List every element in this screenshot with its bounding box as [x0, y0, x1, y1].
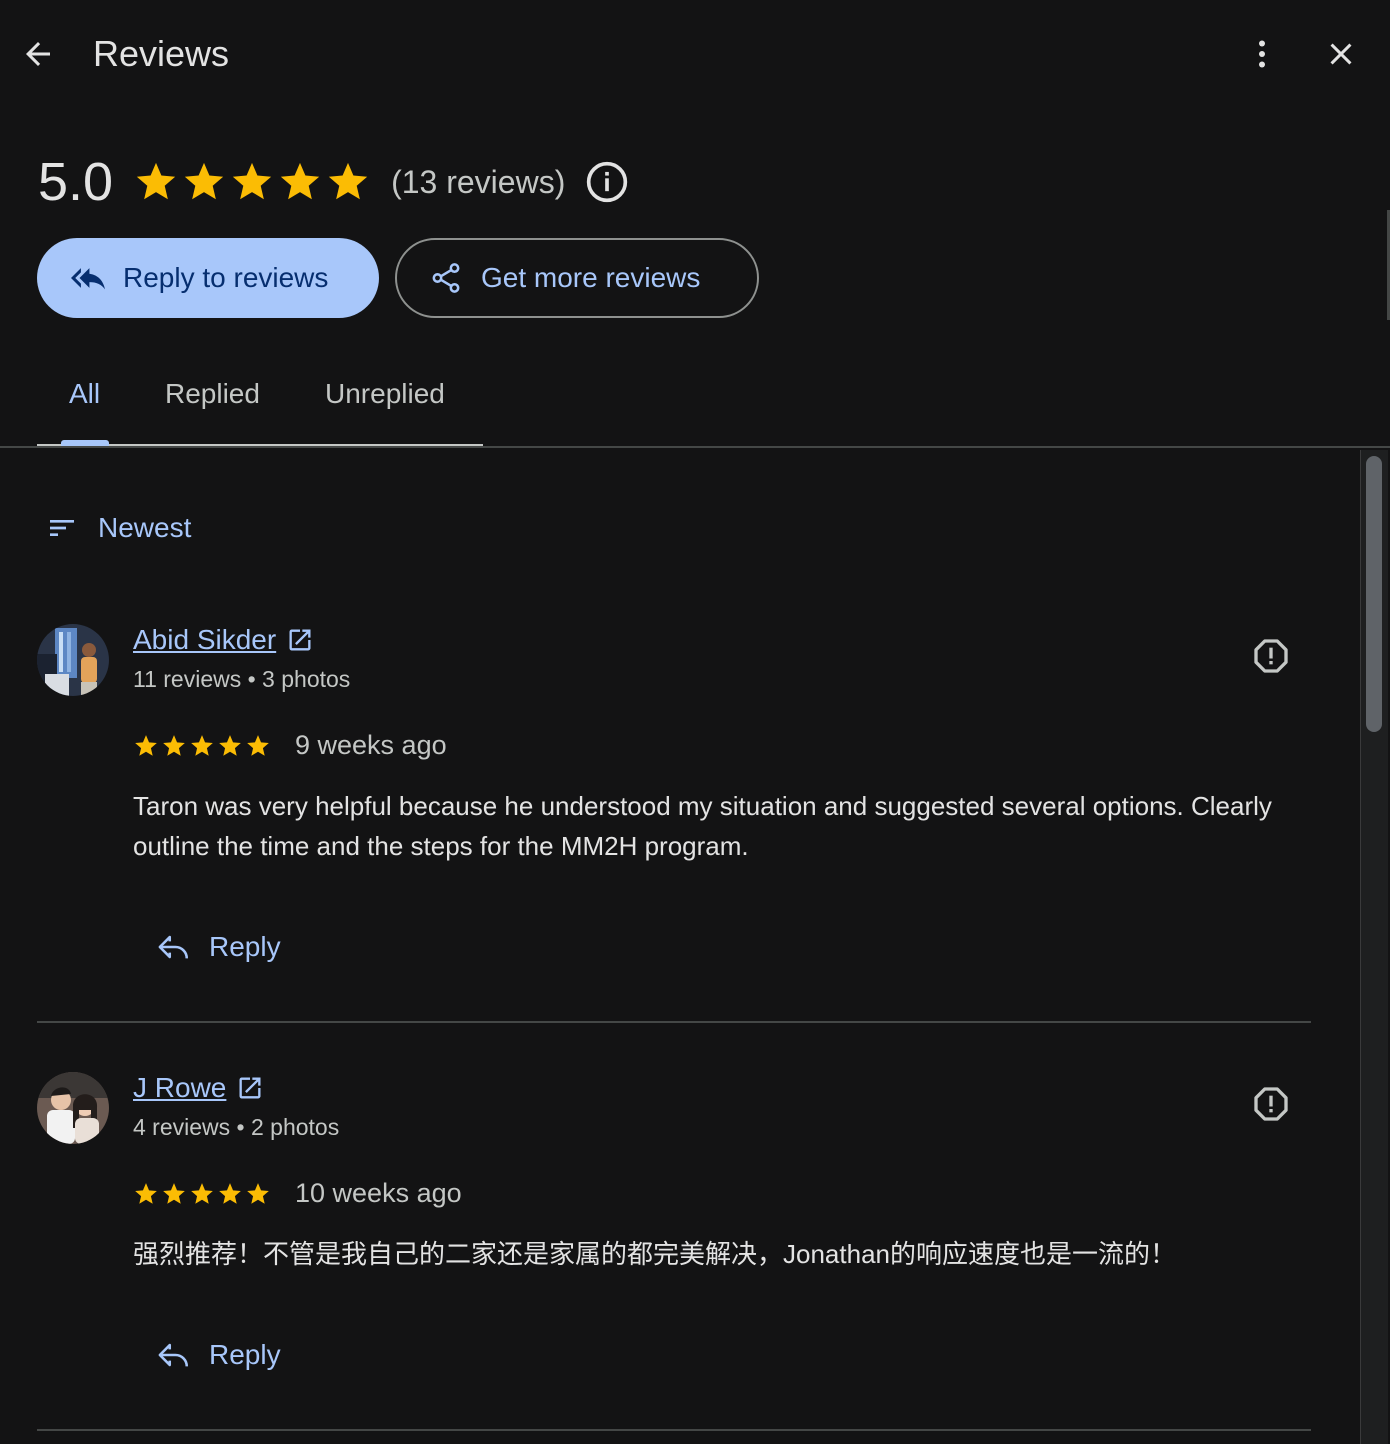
tab-unreplied[interactable]: Unreplied: [325, 378, 445, 410]
report-button[interactable]: [1247, 632, 1295, 680]
get-more-reviews-button[interactable]: Get more reviews: [395, 238, 759, 318]
tab-all[interactable]: All: [69, 378, 100, 410]
report-icon: [1254, 639, 1288, 673]
sort-button[interactable]: Newest: [46, 506, 191, 550]
reviewer-name-link[interactable]: J Rowe: [133, 1072, 264, 1104]
star-icon: [191, 1182, 213, 1204]
sort-label: Newest: [98, 512, 192, 543]
review-card: J Rowe 4 reviews • 2 photos 10 weeks ago…: [37, 1072, 1311, 1444]
info-button[interactable]: [585, 160, 629, 204]
sort-icon: [50, 520, 74, 536]
reviewer-name-link[interactable]: Abid Sikder: [133, 624, 314, 656]
star-icon: [135, 1182, 157, 1204]
more-vert-icon: [1259, 40, 1265, 68]
page-title: Reviews: [93, 33, 230, 74]
average-rating: 5.0: [38, 152, 114, 212]
rating-summary: 5.0 (13 reviews): [38, 150, 629, 214]
star-icon: [219, 734, 241, 756]
review-count: (13 reviews): [391, 163, 566, 200]
rating-stars: [133, 159, 371, 205]
reply-icon: [158, 1343, 189, 1367]
report-icon: [1254, 1087, 1288, 1121]
reply-button[interactable]: Reply: [157, 930, 281, 964]
share-icon: [432, 263, 460, 293]
reply-icon: [158, 935, 189, 959]
review-date: 9 weeks ago: [295, 730, 447, 760]
star-icon: [191, 734, 213, 756]
reply-label: Reply: [209, 931, 281, 962]
info-icon: [587, 161, 628, 203]
reviewer-name: Abid Sikder: [133, 624, 277, 655]
reviewer-name: J Rowe: [133, 1072, 227, 1103]
star-icon: [163, 734, 185, 756]
tab-replied[interactable]: Replied: [165, 378, 260, 410]
tabs-divider: [0, 446, 1390, 448]
review-date: 10 weeks ago: [295, 1178, 462, 1208]
report-button[interactable]: [1247, 1080, 1295, 1128]
more-options-button[interactable]: [1238, 30, 1286, 78]
review-card: Abid Sikder 11 reviews • 3 photos 9 week…: [37, 624, 1311, 1024]
reply-to-reviews-label: Reply to reviews: [123, 262, 329, 293]
back-button[interactable]: [14, 30, 62, 78]
header: Reviews: [0, 0, 1390, 110]
scrollbar-thumb[interactable]: [1366, 456, 1382, 732]
star-icon: [135, 734, 157, 756]
review-divider: [37, 1021, 1311, 1023]
review-divider: [37, 1429, 1311, 1431]
star-icon: [219, 1182, 241, 1204]
star-icon: [247, 1182, 269, 1204]
star-icon: [232, 162, 272, 200]
arrow-back-icon: [26, 42, 50, 66]
close-icon: [1330, 43, 1352, 65]
star-icon: [184, 162, 224, 200]
review-tabs: All Replied Unreplied: [37, 360, 483, 446]
review-stars: [133, 1181, 271, 1207]
close-button[interactable]: [1317, 30, 1365, 78]
review-rating-line: 9 weeks ago: [133, 730, 447, 761]
reviews-panel: Reviews 5.0 (13 reviews) Reply to review…: [0, 0, 1390, 1444]
review-rating-line: 10 weeks ago: [133, 1178, 462, 1209]
open-in-new-icon: [239, 1077, 261, 1099]
star-icon: [247, 734, 269, 756]
avatar[interactable]: [37, 1072, 109, 1144]
review-text: Taron was very helpful because he unders…: [133, 791, 1272, 861]
open-in-new-icon: [289, 629, 311, 651]
avatar[interactable]: [37, 624, 109, 696]
star-icon: [136, 162, 176, 200]
reviewer-meta: 4 reviews • 2 photos: [133, 1114, 340, 1140]
star-icon: [280, 162, 320, 200]
reply-button[interactable]: Reply: [157, 1338, 281, 1372]
reviewer-meta: 11 reviews • 3 photos: [133, 666, 351, 692]
review-text: 强烈推荐！不管是我自己的二家还是家属的都完美解决，Jonathan的响应速度也是…: [133, 1239, 1176, 1269]
star-icon: [163, 1182, 185, 1204]
get-more-reviews-label: Get more reviews: [481, 262, 701, 293]
star-icon: [328, 162, 368, 200]
reply-label: Reply: [209, 1339, 281, 1370]
reply-to-reviews-button[interactable]: Reply to reviews: [37, 238, 379, 318]
review-stars: [133, 733, 271, 759]
reply-all-icon: [71, 268, 105, 290]
